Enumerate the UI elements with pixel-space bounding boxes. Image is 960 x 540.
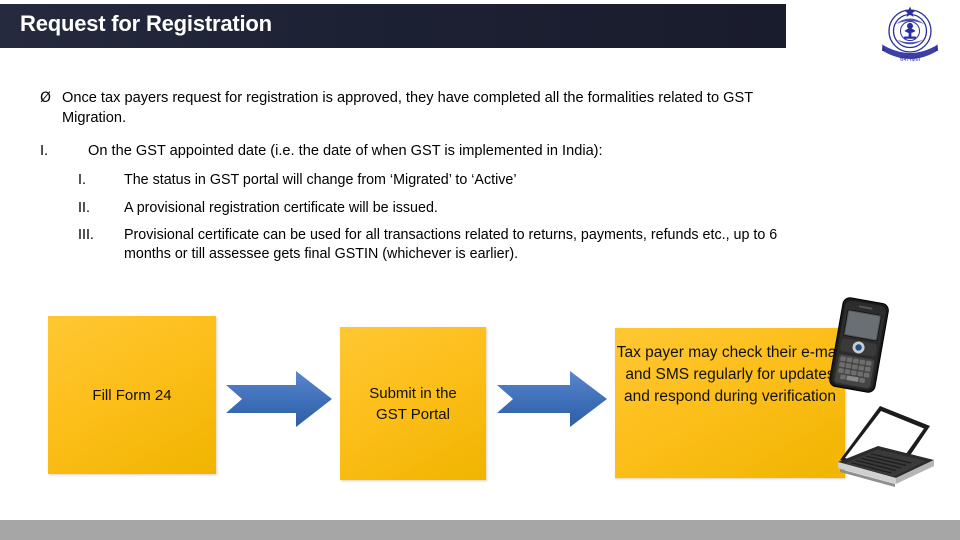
sub-item-2: II. A provisional registration certifica…: [78, 199, 818, 218]
flow-step-3-label: Tax payer may check their e-mail and SMS…: [616, 344, 844, 405]
sub-item-2-text: A provisional registration certificate w…: [124, 200, 438, 216]
flow-step-1-label: Fill Form 24: [92, 386, 172, 404]
sub-item-3-number: III.: [78, 227, 94, 243]
flow-step-box-3: Tax payer may check their e-mail and SMS…: [615, 328, 845, 478]
level1-item-number: I.: [40, 143, 49, 159]
level1-item: I. On the GST appointed date (i.e. the d…: [40, 141, 840, 161]
sub-item-3: III. Provisional certificate can be used…: [78, 226, 818, 264]
sub-item-3-text: Provisional certificate can be used for …: [124, 227, 778, 262]
sub-item-1-number: I.: [78, 172, 86, 188]
svg-text:धर्मो रक्षति: धर्मो रक्षति: [900, 56, 921, 63]
sub-item-1: I. The status in GST portal will change …: [78, 171, 818, 190]
arrow-step-1-to-2-icon: [226, 371, 332, 427]
laptop-icon: [834, 398, 938, 492]
flow-step-box-2: Submit in the GST Portal: [340, 327, 486, 480]
arrow-bullet-marker: Ø: [40, 90, 52, 106]
cbec-government-emblem-icon: धर्मो रक्षति: [874, 4, 946, 66]
arrow-step-2-to-3-icon: [497, 371, 607, 427]
slide-title-bar: Request for Registration: [0, 4, 786, 48]
smartphone-icon: [818, 296, 900, 394]
bullet-paragraph: Ø Once tax payers request for registrati…: [40, 88, 820, 128]
level1-item-text: On the GST appointed date (i.e. the date…: [88, 143, 603, 159]
flow-step-2-label: Submit in the GST Portal: [369, 384, 457, 423]
sub-item-2-number: II.: [78, 200, 90, 216]
page-title: Request for Registration: [20, 11, 272, 36]
bullet-paragraph-text: Once tax payers request for registration…: [62, 90, 753, 126]
sub-item-1-text: The status in GST portal will change fro…: [124, 172, 517, 188]
flow-step-box-1: Fill Form 24: [48, 316, 216, 474]
footer-bar: [0, 520, 960, 540]
